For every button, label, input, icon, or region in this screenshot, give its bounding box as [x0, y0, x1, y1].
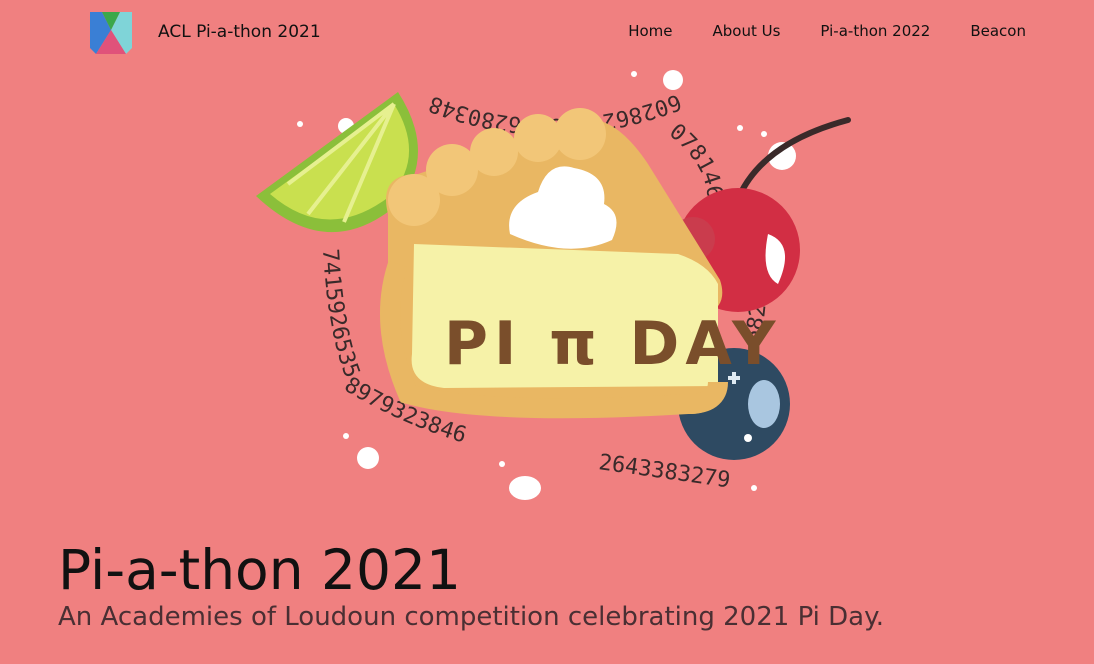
- acl-logo-icon: [90, 12, 132, 54]
- nav-link-about-us[interactable]: About Us: [713, 22, 781, 40]
- digits-bottom-right: 2643383279: [597, 450, 732, 493]
- nav-link-pi-a-thon-2022[interactable]: Pi-a-thon 2022: [820, 22, 930, 40]
- digits-left: 7415926535: [317, 248, 364, 381]
- pi-day-illustration: 6028620899 86280348 0781464 7415926535 8…: [248, 64, 851, 500]
- brand-link[interactable]: ACL Pi-a-thon 2021: [88, 10, 321, 54]
- svg-text:7415926535: 7415926535: [317, 248, 364, 381]
- hero-title: Pi-a-thon 2021: [58, 538, 462, 602]
- nav-links: Home About Us Pi-a-thon 2022 Beacon: [588, 22, 1026, 40]
- navbar: ACL Pi-a-thon 2021 Home About Us Pi-a-th…: [0, 0, 1094, 66]
- nav-link-beacon[interactable]: Beacon: [970, 22, 1026, 40]
- nav-link-home[interactable]: Home: [628, 22, 672, 40]
- hero-subtitle: An Academies of Loudoun competition cele…: [58, 602, 885, 632]
- brand-title: ACL Pi-a-thon 2021: [158, 22, 321, 42]
- pie-label: PI π DAY: [444, 309, 781, 379]
